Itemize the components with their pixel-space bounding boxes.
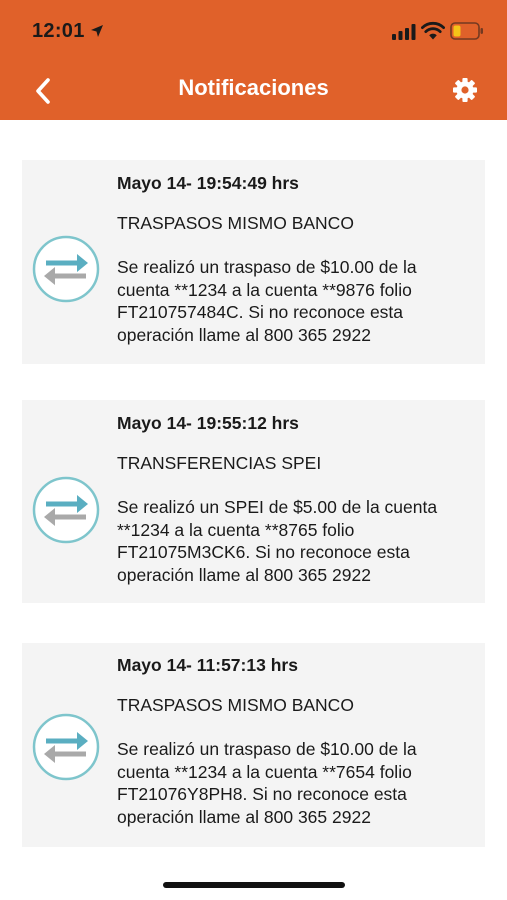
cellular-signal-icon [392, 24, 416, 40]
notification-card[interactable]: Mayo 14- 11:57:13 hrs TRASPASOS MISMO BA… [22, 643, 485, 847]
status-bar: 12:01 [0, 0, 507, 62]
notification-date: Mayo 14- 11:57:13 hrs [117, 655, 298, 675]
transfer-arrows-icon [32, 235, 100, 303]
notification-content: Mayo 14- 19:55:12 hrs TRANSFERENCIAS SPE… [117, 413, 477, 586]
notification-card[interactable]: Mayo 14- 19:55:12 hrs TRANSFERENCIAS SPE… [22, 400, 485, 603]
transfer-arrows-icon [32, 476, 100, 544]
notification-message: Se realizó un SPEI de $5.00 de la cuenta… [117, 497, 438, 585]
page-title: Notificaciones [178, 75, 329, 100]
notification-title: TRASPASOS MISMO BANCO [117, 213, 354, 233]
notification-card[interactable]: Mayo 14- 19:54:49 hrs TRASPASOS MISMO BA… [22, 160, 485, 364]
notification-message: Se realizó un traspaso de $10.00 de la c… [117, 257, 417, 345]
notification-title: TRASPASOS MISMO BANCO [117, 695, 354, 715]
home-indicator[interactable] [163, 882, 345, 888]
notification-date: Mayo 14- 19:54:49 hrs [117, 173, 299, 193]
gear-icon [453, 78, 477, 102]
notification-content: Mayo 14- 11:57:13 hrs TRASPASOS MISMO BA… [117, 655, 477, 828]
navigation-bar: Notificaciones [0, 62, 507, 120]
settings-button[interactable] [450, 75, 480, 105]
location-arrow-icon [91, 25, 103, 37]
notification-title: TRANSFERENCIAS SPEI [117, 453, 322, 473]
status-time: 12:01 [32, 20, 85, 42]
notification-message: Se realizó un traspaso de $10.00 de la c… [117, 739, 417, 827]
notification-date: Mayo 14- 19:55:12 hrs [117, 413, 299, 433]
battery-low-icon [450, 22, 483, 40]
transfer-arrows-icon [32, 713, 100, 781]
notification-content: Mayo 14- 19:54:49 hrs TRASPASOS MISMO BA… [117, 173, 477, 346]
header: 12:01 Notificaciones [0, 0, 507, 120]
wifi-icon [421, 21, 445, 40]
notifications-screen: 12:01 Notificaciones Mayo 14- 19:54:49 h… [0, 0, 507, 900]
